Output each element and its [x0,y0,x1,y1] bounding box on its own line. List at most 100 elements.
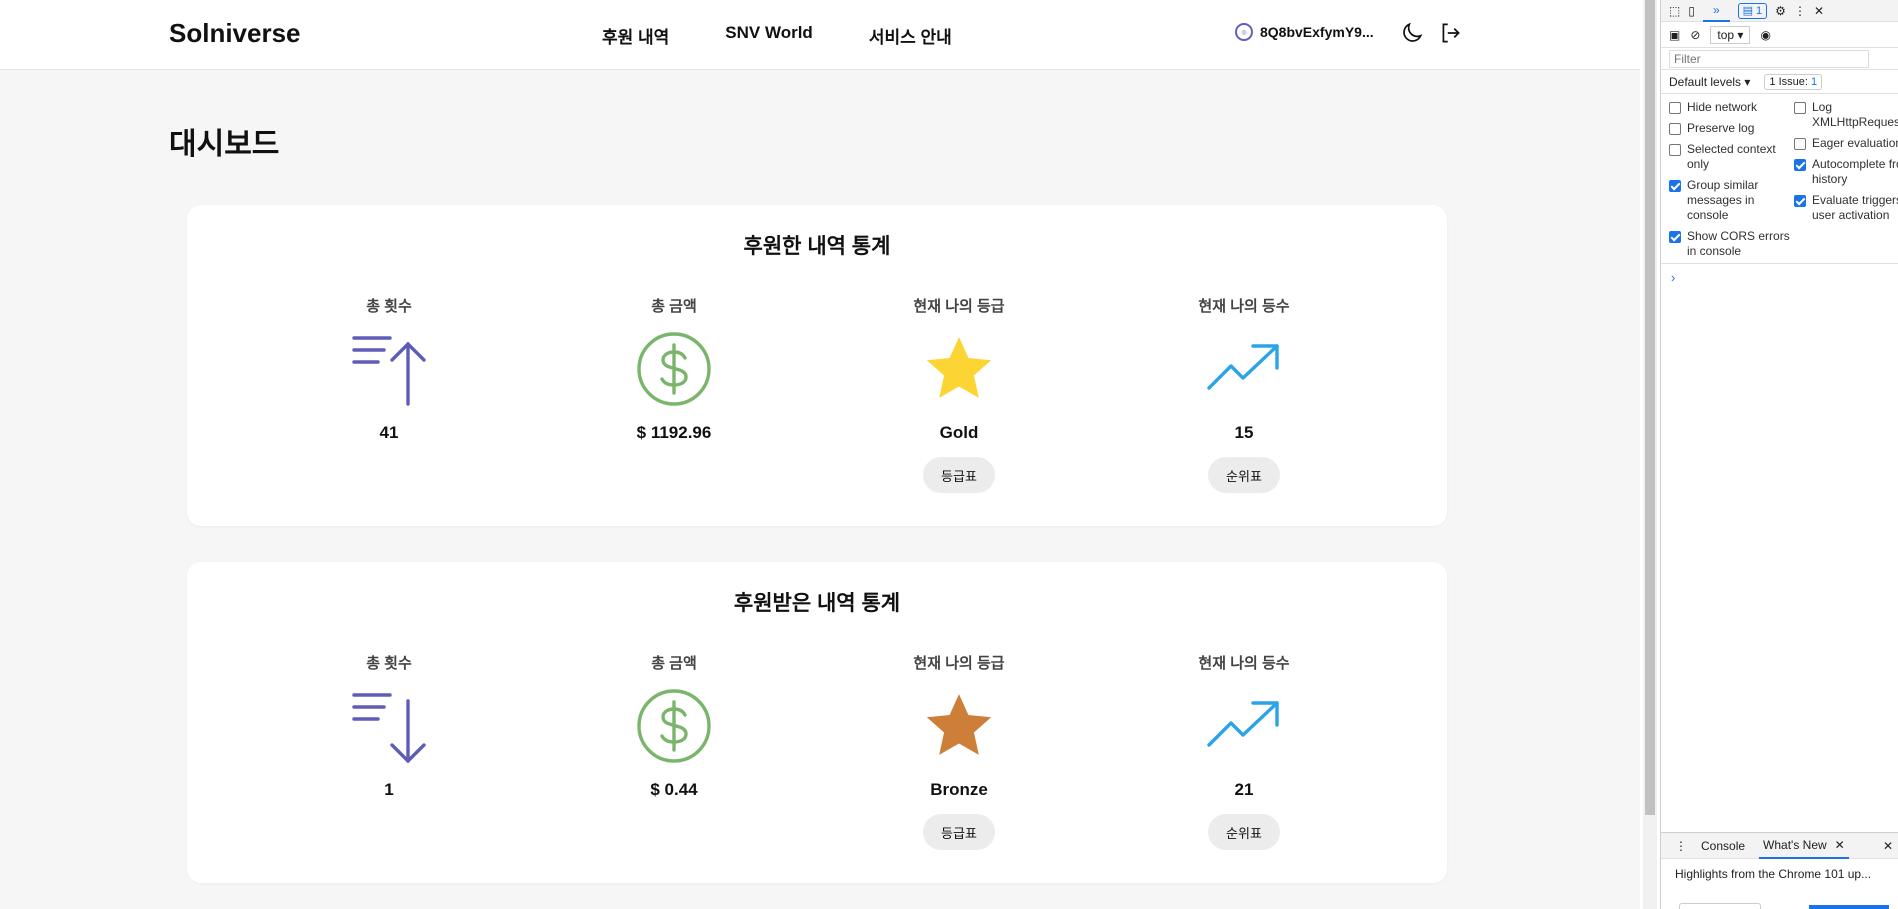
issues-button[interactable]: 1 Issue: 1 [1764,73,1823,90]
console-toolbar: ▣ ⊘ top ▾ ◉ [1661,22,1898,48]
filter-input[interactable] [1669,49,1869,68]
drawer-tab-whats-new[interactable]: What's New ✕ [1759,833,1849,859]
setting-label: Preserve log [1687,121,1755,135]
setting-group-similar[interactable]: Group similar messages in console [1669,178,1794,223]
context-select-value: top [1717,27,1735,42]
setting-log-xhr[interactable]: Log XMLHttpRequests [1794,100,1898,130]
wallet-icon: ◎ [1235,23,1253,41]
filter-row [1661,48,1898,70]
learn-more-button[interactable] [1679,903,1761,909]
setting-label: Group similar messages in console [1687,178,1759,222]
setting-hide-network[interactable]: Hide network [1669,100,1794,115]
setting-evaluate-triggers[interactable]: Evaluate triggers user activation [1794,193,1898,223]
logout-icon[interactable] [1438,20,1464,46]
star-icon [919,329,999,409]
devtools-panel: ⬚ ▯ » ▤1 ⚙ ⋮ ✕ ▣ ⊘ top ▾ ◉ Default level… [1660,0,1898,909]
stat-total-count: 총 횟수 41 [279,295,499,443]
dashboard-content: 대시보드 후원한 내역 통계 총 횟수 41 총 금액 $ 1192.96 현재… [0,71,1640,909]
sidebar-toggle-icon[interactable]: ▣ [1669,28,1680,42]
setting-label: Selected context only [1687,142,1776,171]
ranking-table-button[interactable]: 순위표 [1208,457,1280,493]
close-icon[interactable]: ✕ [1814,4,1824,18]
main-page: Solniverse 후원 내역 SNV World 서비스 안내 ◎ 8Q8b… [0,0,1640,909]
message-icon: ▤ [1742,5,1754,17]
device-toggle-icon[interactable]: ▯ [1688,4,1695,18]
wallet-address[interactable]: ◎ 8Q8bvExfymY9... [1235,23,1374,41]
more-tabs-icon[interactable]: » [1702,0,1730,22]
stat-label: 총 금액 [651,298,697,315]
checkbox-checked[interactable] [1669,231,1681,243]
clear-console-icon[interactable]: ⊘ [1690,28,1700,42]
setting-label: Autocomplete from history [1812,157,1898,186]
brand-logo[interactable]: Solniverse [169,18,301,49]
nav-links: 후원 내역 SNV World 서비스 안내 [602,23,952,48]
dollar-circle-icon [634,686,714,766]
gear-icon[interactable]: ⚙ [1775,4,1786,18]
stat-value: 41 [379,423,399,442]
drawer-tabbar: ⋮ Console What's New ✕ ✕ [1661,833,1898,859]
context-select[interactable]: top ▾ [1710,25,1751,44]
stat-total-amount: 총 금액 $ 1192.96 [564,295,784,443]
checkbox-checked[interactable] [1794,159,1806,171]
setting-show-cors[interactable]: Show CORS errors in console [1669,229,1794,259]
stat-label: 현재 나의 등수 [1198,298,1290,315]
checkbox[interactable] [1794,138,1806,150]
dollar-circle-icon [634,329,714,409]
checkbox[interactable] [1669,102,1681,114]
trending-up-icon [1204,329,1284,409]
stat-total-count: 총 횟수 1 [279,652,499,800]
eye-icon[interactable]: ◉ [1760,28,1770,42]
stat-grade: 현재 나의 등급 Gold 등급표 [849,295,1069,493]
ranking-table-button[interactable]: 순위표 [1208,814,1280,850]
moon-icon[interactable] [1399,20,1425,46]
drawer-menu-icon[interactable]: ⋮ [1675,839,1687,853]
drawer-tab-label: What's New [1763,837,1827,852]
checkbox-checked[interactable] [1669,180,1681,192]
setting-autocomplete[interactable]: Autocomplete from history [1794,157,1898,187]
close-button[interactable] [1809,905,1889,909]
donated-stats-card: 후원한 내역 통계 총 횟수 41 총 금액 $ 1192.96 현재 나의 등… [187,205,1447,526]
inspect-icon[interactable]: ⬚ [1669,4,1680,18]
page-scrollbar[interactable] [1643,0,1657,909]
checkbox[interactable] [1794,102,1806,114]
close-icon[interactable]: ✕ [1835,838,1845,852]
stat-value: $ 0.44 [650,780,698,799]
drawer-tab-console[interactable]: Console [1701,839,1745,853]
setting-label: Show CORS errors in console [1687,229,1790,258]
setting-preserve-log[interactable]: Preserve log [1669,121,1794,136]
nav-link-service-guide[interactable]: 서비스 안내 [869,23,952,48]
nav-link-donation-history[interactable]: 후원 내역 [602,23,669,48]
setting-label: Eager evaluation [1812,136,1898,150]
kebab-menu-icon[interactable]: ⋮ [1794,4,1806,18]
issues-count: 1 [1810,75,1818,88]
setting-label: Hide network [1687,100,1758,114]
setting-eager-eval[interactable]: Eager evaluation [1794,136,1898,151]
issues-label: 1 Issue: [1769,75,1808,88]
default-levels-dropdown[interactable]: Default levels ▾ [1669,75,1750,89]
setting-label: Log XMLHttpRequests [1812,100,1898,129]
nav-link-snv-world[interactable]: SNV World [725,23,813,48]
stat-value: $ 1192.96 [636,423,712,442]
stat-value: 1 [384,780,394,799]
devtools-tabbar: ⬚ ▯ » ▤ 1 ⚙ ⋮ ✕ [1661,0,1898,22]
checkbox-checked[interactable] [1794,195,1806,207]
stat-rank: 현재 나의 등수 15 순위표 [1134,295,1354,493]
grade-table-button[interactable]: 등급표 [923,814,995,850]
stat-grade: 현재 나의 등급 Bronze 등급표 [849,652,1069,850]
close-drawer-icon[interactable]: ✕ [1883,839,1898,853]
checkbox[interactable] [1669,144,1681,156]
console-settings: Hide network Preserve log Selected conte… [1661,94,1898,264]
stat-label: 현재 나의 등수 [1198,655,1290,672]
stat-label: 현재 나의 등급 [913,298,1005,315]
stat-total-amount: 총 금액 $ 0.44 [564,652,784,800]
sort-ascending-icon [349,329,429,409]
setting-selected-context[interactable]: Selected context only [1669,142,1794,172]
console-prompt-icon[interactable]: › [1661,264,1898,285]
scrollbar-thumb[interactable] [1645,0,1655,815]
stat-value: 21 [1234,780,1254,799]
issues-badge[interactable]: ▤ 1 [1737,2,1768,19]
devtools-drawer: ⋮ Console What's New ✕ ✕ Highlights from … [1661,832,1898,909]
wallet-address-text: 8Q8bvExfymY9... [1260,24,1374,40]
grade-table-button[interactable]: 등급표 [923,457,995,493]
checkbox[interactable] [1669,123,1681,135]
